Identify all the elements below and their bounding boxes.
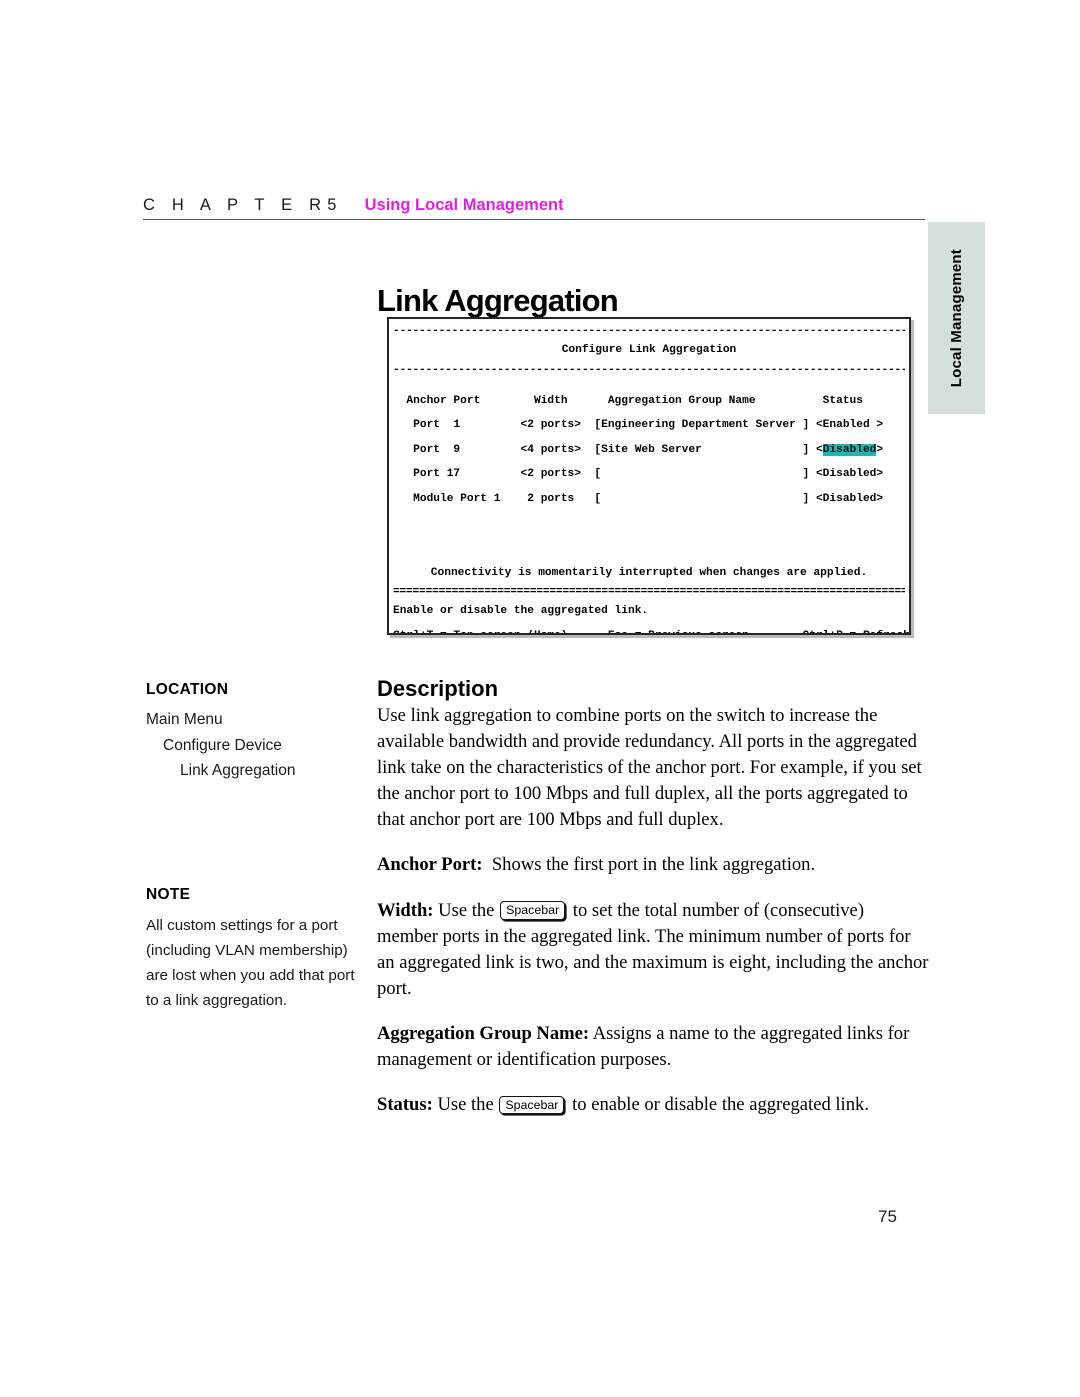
description-heading: Description <box>377 676 499 702</box>
chapter-title: Using Local Management <box>364 196 564 214</box>
row-fields: Port 17 <2 ports> [ ] <box>393 468 816 481</box>
anchor-port-label: Anchor Port: <box>377 854 483 876</box>
width-label: Width: <box>377 899 434 921</box>
status-bracket-open: < <box>815 443 823 456</box>
page-number: 75 <box>878 1207 897 1226</box>
status-value[interactable]: <Disabled> <box>816 493 883 505</box>
width-text-before: Use the <box>438 899 495 921</box>
status-value-selected[interactable]: Disabled <box>822 443 877 456</box>
description-body: Use link aggregation to combine ports on… <box>377 703 929 1118</box>
table-row[interactable]: Port 9 <4 ports> [Site Web Server ] <Dis… <box>393 438 905 463</box>
intro-paragraph: Use link aggregation to combine ports on… <box>377 705 922 831</box>
status-value[interactable]: <Disabled> <box>816 468 883 480</box>
terminal-screenshot: ----------------------------------------… <box>387 317 911 635</box>
anchor-port-paragraph: Anchor Port: Shows the first port in the… <box>377 852 929 878</box>
status-bracket-close: > <box>876 443 884 456</box>
terminal-divider-rule: ========================================… <box>393 586 905 599</box>
width-paragraph: Width: Use the Spacebar to set the total… <box>377 898 929 1002</box>
table-row[interactable]: Module Port 1 2 ports [ ] <Disabled> <box>393 487 905 512</box>
note-heading: NOTE <box>146 886 191 903</box>
row-fields: Port 9 <4 ports> [Site Web Server ] <box>393 443 816 456</box>
terminal-key-help: Ctrl+T = Top screen (Home) Esc = Previou… <box>393 624 909 633</box>
status-paragraph: Status: Use the Spacebar to enable or di… <box>377 1092 929 1118</box>
anchor-port-text: Shows the first port in the link aggrega… <box>491 854 816 876</box>
terminal-notice: Connectivity is momentarily interrupted … <box>430 566 868 579</box>
status-value[interactable]: <Enabled > <box>816 419 883 431</box>
spacebar-key: Spacebar <box>499 1095 565 1115</box>
table-row[interactable]: Port 17 <2 ports> [ ] <Disabled> <box>393 462 905 487</box>
terminal-top-rule: ----------------------------------------… <box>393 325 905 337</box>
side-tab-label: Local Management <box>948 248 965 388</box>
status-label: Status: <box>377 1094 433 1116</box>
page-title: Link Aggregation <box>377 282 619 318</box>
breadcrumb-item-main-menu: Main Menu <box>146 711 223 728</box>
breadcrumb: Main Menu Configure Device Link Aggregat… <box>146 707 361 784</box>
table-row[interactable]: Port 1 <2 ports> [Engineering Department… <box>393 413 905 438</box>
location-heading: LOCATION <box>146 681 229 698</box>
group-name-label: Aggregation Group Name: <box>377 1022 590 1044</box>
chapter-word: C H A P T E R <box>143 196 328 214</box>
header-rule <box>143 219 925 220</box>
row-fields: Port 1 <2 ports> [Engineering Department… <box>393 419 816 432</box>
note-body: All custom settings for a port (includin… <box>146 917 355 1009</box>
spacebar-key: Spacebar <box>500 901 566 920</box>
status-text-before: Use the <box>437 1094 494 1116</box>
row-fields: Module Port 1 2 ports [ ] <box>393 492 816 505</box>
terminal-title-rule: ----------------------------------------… <box>393 363 905 376</box>
chapter-number: 5 <box>327 196 343 214</box>
terminal-gap <box>393 377 905 389</box>
breadcrumb-item-configure-device: Configure Device <box>163 736 282 754</box>
breadcrumb-item-link-aggregation: Link Aggregation <box>180 762 296 779</box>
terminal-screen-title: Configure Link Aggregation <box>561 344 737 356</box>
terminal-column-headers: Anchor Port Width Aggregation Group Name… <box>393 394 863 407</box>
running-header: C H A P T E R 5 Using Local Management <box>143 196 925 220</box>
status-text-after: to enable or disable the aggregated link… <box>572 1094 869 1116</box>
terminal-prompt: Enable or disable the aggregated link. <box>393 605 649 618</box>
side-tab: Local Management <box>928 222 985 414</box>
group-name-paragraph: Aggregation Group Name: Assigns a name t… <box>377 1021 929 1073</box>
